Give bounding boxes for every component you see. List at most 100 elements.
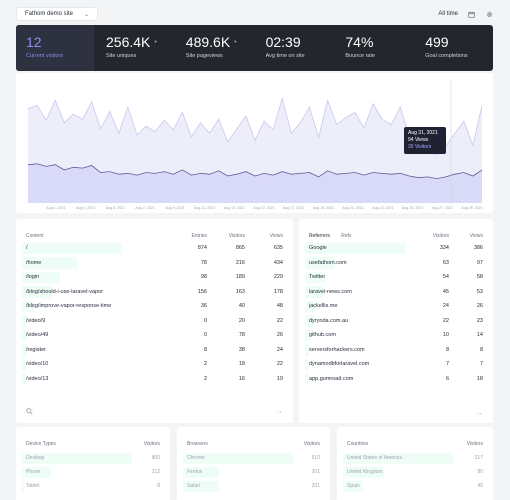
row-value: 610 [311,455,320,461]
stat-avg-time[interactable]: 02:39 Avg time on site [254,25,334,71]
table-row[interactable]: app.gumroad.com 6 18 [299,372,493,387]
x-tick-label: Aug 23, 2021 [372,206,393,210]
table-row[interactable]: /video/13 2 16 19 [16,372,293,387]
row-referrer[interactable]: github.com [309,332,411,338]
table-row[interactable]: /video/49 0 78 26 [16,328,293,343]
table-row[interactable]: usefathom.com 63 97 [299,256,493,271]
list-item[interactable]: Chrome 610 [177,451,330,465]
row-referrer[interactable]: jackellis.me [309,303,411,309]
row-views: 8 [479,346,483,353]
row-label: United States of America [347,455,403,461]
row-visitors: 163 [235,288,245,295]
stat-site-pageviews[interactable]: 489.6K • Site pageviews [174,25,254,71]
col-views[interactable]: Views [245,233,283,241]
table-row[interactable]: /blog/should-i-use-laravel-vapor 156 163 17… [16,285,293,300]
date-range-label[interactable]: All time [438,11,458,17]
list-item[interactable]: Desktop 800 [16,451,170,465]
content-table-header: Content Entries Visitors Views [16,219,293,241]
arrow-right-icon[interactable]: → [476,410,483,417]
table-row[interactable]: dynamodbforlaravel.com 7 7 [299,357,493,372]
row-path[interactable]: /video/9 [26,318,169,324]
table-row[interactable]: dyrynda.com.au 22 23 [299,314,493,329]
table-row[interactable]: /video/9 0 20 22 [16,314,293,329]
row-referrer[interactable]: Twitter [309,274,411,280]
row-referrer[interactable]: Google [309,245,411,251]
table-row[interactable]: laravel-news.com 45 53 [299,285,493,300]
table-row[interactable]: Twitter 54 58 [299,270,493,285]
gear-icon[interactable] [484,9,494,19]
calendar-icon[interactable] [466,9,476,19]
list-item[interactable]: Safari 201 [177,479,330,493]
row-label: Firefox [187,469,203,475]
stat-label: Bounce rate [345,53,376,59]
list-item[interactable]: United Kingdom 80 [337,465,493,479]
table-row[interactable]: serversforhackers.com 8 8 [299,343,493,358]
tab-referrers[interactable]: Referrers [309,233,330,239]
row-path[interactable]: / [26,245,169,251]
row-path[interactable]: /register [26,347,169,353]
row-referrer[interactable]: dynamodbforlaravel.com [309,361,411,367]
search-icon[interactable] [26,408,33,417]
table-row[interactable]: jackellis.me 24 26 [299,299,493,314]
list-item[interactable]: Phone 212 [16,465,170,479]
col-visitors[interactable]: Visitors [467,441,483,451]
col-content[interactable]: Content [26,233,169,241]
browsers-header: Browsers Visitors [177,427,330,451]
list-item[interactable]: United States of America 217 [337,451,493,465]
stat-goal-completions[interactable]: 499 Goal completions [413,25,493,71]
row-views: 48 [276,303,283,310]
row-path[interactable]: /video/10 [26,361,169,367]
col-visitors[interactable]: Visitors [144,441,160,451]
col-device-types[interactable]: Device Types [26,441,144,451]
list-item[interactable]: Firefox 201 [177,465,330,479]
site-selector[interactable]: Fathom demo site ⌄ [16,7,98,21]
row-views: 434 [273,259,283,266]
row-path[interactable]: /blog/should-i-use-laravel-vapor [26,289,169,295]
row-entries: 156 [197,288,207,295]
table-row[interactable]: /login 98 189 229 [16,270,293,285]
row-value: 212 [151,469,160,475]
x-tick-label: Aug 25, 2021 [402,206,423,210]
col-browsers[interactable]: Browsers [187,441,304,451]
row-entries: 2 [203,375,207,382]
row-path[interactable]: /home [26,260,169,266]
table-row[interactable]: / 874 865 635 [16,241,293,256]
stat-current-visitors[interactable]: 12 Current visitors [16,25,94,71]
row-value: 80 [477,469,483,475]
row-visitors: 6 [445,375,449,382]
table-row[interactable]: Google 334 386 [299,241,493,256]
referrers-footer: → [309,410,483,417]
row-entries: 8 [203,346,207,353]
col-entries[interactable]: Entries [169,233,207,241]
stat-site-uniques[interactable]: 256.4K • Site uniques [94,25,174,71]
row-referrer[interactable]: app.gumroad.com [309,376,411,382]
list-item[interactable]: Tablet 8 [16,479,170,493]
row-referrer[interactable]: serversforhackers.com [309,347,411,353]
row-visitors: 18 [238,361,245,368]
row-path[interactable]: /video/49 [26,332,169,338]
col-countries[interactable]: Countries [347,441,467,451]
x-tick-label: Aug 17, 2021 [283,206,304,210]
stat-bounce-rate[interactable]: 74% Bounce rate [333,25,413,71]
arrow-right-icon[interactable]: → [276,408,283,417]
col-visitors[interactable]: Visitors [411,233,449,241]
table-row[interactable]: /register 8 38 24 [16,343,293,358]
col-visitors[interactable]: Visitors [207,233,245,241]
table-row[interactable]: /blog/improve-vapor-response-time 36 40 48 [16,299,293,314]
content-footer: → [26,408,283,417]
row-path[interactable]: /blog/improve-vapor-response-time [26,303,169,309]
col-visitors[interactable]: Visitors [304,441,320,451]
list-item[interactable]: Spain 40 [337,479,493,493]
table-row[interactable]: /video/10 2 18 22 [16,357,293,372]
tab-refs[interactable]: Refs [341,233,351,239]
devices-header: Device Types Visitors [16,427,170,451]
row-path[interactable]: /video/13 [26,376,169,382]
table-row[interactable]: github.com 10 14 [299,328,493,343]
row-referrer[interactable]: dyrynda.com.au [309,318,411,324]
table-row[interactable]: /home 78 216 434 [16,256,293,271]
row-referrer[interactable]: laravel-news.com [309,289,411,295]
row-path[interactable]: /login [26,274,169,280]
col-views[interactable]: Views [449,233,483,241]
row-referrer[interactable]: usefathom.com [309,260,411,266]
row-visitors: 865 [235,245,245,252]
